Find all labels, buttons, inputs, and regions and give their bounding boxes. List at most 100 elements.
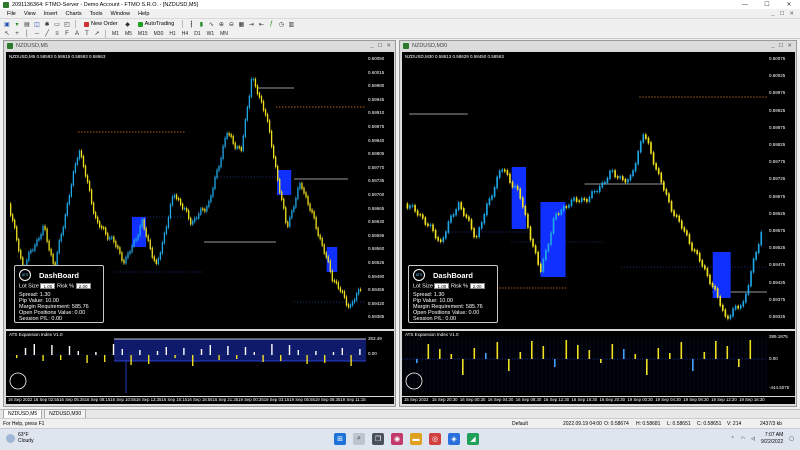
indicator-bar xyxy=(738,359,740,367)
menu-charts[interactable]: Charts xyxy=(61,11,85,17)
timeframe-d1-button[interactable]: D1 xyxy=(192,31,202,37)
timeframe-mn-button[interactable]: MN xyxy=(218,31,230,37)
templates-icon[interactable]: ▥ xyxy=(287,20,295,28)
lot-size-input[interactable]: 1.00 xyxy=(434,283,450,289)
timeframe-m1-button[interactable]: M1 xyxy=(110,31,121,37)
zoom-in-icon[interactable]: ⊕ xyxy=(217,20,225,28)
chart-close-button[interactable]: ✕ xyxy=(386,43,391,49)
indicator-pane-m5[interactable]: ATS Expansion Index V1.0 353.49 0.00 xyxy=(6,331,394,396)
candle-body xyxy=(145,228,147,237)
speaker-icon[interactable]: ◁ xyxy=(751,436,755,442)
menu-help[interactable]: Help xyxy=(134,11,153,17)
arrow-icon[interactable]: ➚ xyxy=(93,30,101,38)
chart-maximize-button[interactable]: ☐ xyxy=(778,43,783,49)
risk-input[interactable]: 2.00 xyxy=(469,283,485,289)
auto-scroll-icon[interactable]: ⇥ xyxy=(247,20,255,28)
line-chart-icon[interactable]: ∿ xyxy=(207,20,215,28)
candle-body xyxy=(230,134,232,138)
menu-tools[interactable]: Tools xyxy=(86,11,107,17)
trendline-icon[interactable]: ╱ xyxy=(43,30,51,38)
app-icon-1[interactable]: ◉ xyxy=(391,433,403,445)
menu-insert[interactable]: Insert xyxy=(40,11,62,17)
menu-window[interactable]: Window xyxy=(107,11,135,17)
timeframe-w1-button[interactable]: W1 xyxy=(205,31,217,37)
chart-close-button[interactable]: ✕ xyxy=(787,43,792,49)
tester-icon[interactable]: ◰ xyxy=(63,20,71,28)
text-label-icon[interactable]: T xyxy=(83,30,91,38)
new-order-icon xyxy=(84,21,89,27)
cursor-icon[interactable]: ↖ xyxy=(3,30,11,38)
mdi-minimize-button[interactable]: _ xyxy=(771,11,774,17)
clock[interactable]: 7:07 AM 9/22/2022 xyxy=(761,432,783,446)
wifi-icon[interactable]: ◠ xyxy=(741,436,745,442)
data-window-icon[interactable]: ◫ xyxy=(33,20,41,28)
price-scale[interactable]: 0.60050 0.60015 0.59980 0.59945 0.59910 0.598… xyxy=(366,52,394,329)
weather-widget[interactable]: 63°F Cloudy xyxy=(6,432,34,444)
fibonacci-icon[interactable]: F xyxy=(63,30,71,38)
tab-nzdusd-m30[interactable]: NZDUSD,M30 xyxy=(44,409,87,418)
text-icon[interactable]: A xyxy=(73,30,81,38)
minimize-button[interactable]: — xyxy=(734,0,756,9)
timeframe-h4-button[interactable]: H4 xyxy=(180,31,190,37)
notification-icon[interactable]: ▢ xyxy=(789,436,794,442)
tab-nzdusd-m5[interactable]: NZDUSD,M5 xyxy=(3,409,43,418)
timeframe-h1-button[interactable]: H1 xyxy=(167,31,177,37)
candle-body xyxy=(272,145,275,158)
chart-shift-icon[interactable]: ⇤ xyxy=(257,20,265,28)
tile-windows-icon[interactable]: ▦ xyxy=(237,20,245,28)
metatrader-icon[interactable]: ◢ xyxy=(467,433,479,445)
candle-body xyxy=(452,214,455,217)
horizontal-line-icon[interactable]: ─ xyxy=(33,30,41,38)
candle-body xyxy=(724,309,727,317)
lot-size-input[interactable]: 1.00 xyxy=(40,283,56,289)
maximize-button[interactable]: ☐ xyxy=(756,0,778,9)
channel-icon[interactable]: ≡ xyxy=(53,30,61,38)
market-watch-icon[interactable]: ▤ xyxy=(23,20,31,28)
risk-input[interactable]: 2.00 xyxy=(75,283,91,289)
timeframe-m30-button[interactable]: M30 xyxy=(152,31,166,37)
file-explorer-icon[interactable]: ▬ xyxy=(410,433,422,445)
app-icon-2[interactable]: ◈ xyxy=(448,433,460,445)
task-view-icon[interactable]: ❐ xyxy=(372,433,384,445)
close-button[interactable]: ✕ xyxy=(778,0,800,9)
chart-minimize-button[interactable]: _ xyxy=(370,43,373,49)
new-order-button[interactable]: New Order xyxy=(80,20,122,29)
start-icon[interactable]: ⊞ xyxy=(334,433,346,445)
price-scale[interactable]: 0.60075 0.60025 0.59975 0.59925 0.59875 0.598… xyxy=(767,52,795,329)
metaeditor-icon[interactable]: ◆ xyxy=(124,20,132,28)
profiles-icon[interactable]: ▾ xyxy=(13,20,21,28)
new-chart-icon[interactable]: ▣ xyxy=(3,20,11,28)
menu-file[interactable]: File xyxy=(3,11,20,17)
terminal-icon[interactable]: ▭ xyxy=(53,20,61,28)
vertical-line-icon[interactable]: │ xyxy=(23,30,31,38)
chart-window-m30[interactable]: NZDUSD,M30 _ ☐ ✕ NZDUSD,M30 0.58613 0.58… xyxy=(399,40,797,407)
price-scale-label: 0.59475 xyxy=(769,262,786,268)
candle-body xyxy=(101,225,103,229)
timeframe-m5-button[interactable]: M5 xyxy=(123,31,134,37)
indicator-bar xyxy=(634,354,637,359)
candle-body xyxy=(236,146,238,149)
chart-window-m5[interactable]: NZDUSD,M5 _ ☐ ✕ NZDUSD,M5 0.58593 0.5861… xyxy=(3,40,396,407)
tray-chevron-icon[interactable]: ⌃ xyxy=(731,436,735,442)
chart-maximize-button[interactable]: ☐ xyxy=(377,43,382,49)
bar-chart-icon[interactable]: ┇ xyxy=(187,20,195,28)
chart-minimize-button[interactable]: _ xyxy=(771,43,774,49)
search-icon[interactable]: ⌕ xyxy=(353,433,365,445)
candlestick-icon[interactable]: ▮ xyxy=(197,20,205,28)
profile-name[interactable]: Default xyxy=(512,421,528,427)
autotrading-button[interactable]: AutoTrading xyxy=(134,20,179,29)
mdi-restore-button[interactable]: ☐ xyxy=(779,11,784,17)
indicators-icon[interactable]: ƒ xyxy=(267,20,275,28)
candle-body xyxy=(301,183,303,189)
timeframe-m15-button[interactable]: M15 xyxy=(136,31,150,37)
browser-icon[interactable]: ◎ xyxy=(429,433,441,445)
indicator-pane-m30[interactable]: ATS Expansion Index V1.0 389.1875 0.00 -… xyxy=(402,331,795,396)
crosshair-icon[interactable]: + xyxy=(13,30,21,38)
candle-body xyxy=(68,195,71,205)
menu-view[interactable]: View xyxy=(20,11,40,17)
periods-icon[interactable]: ◷ xyxy=(277,20,285,28)
navigator-icon[interactable]: ✱ xyxy=(43,20,51,28)
candle-body xyxy=(319,234,321,240)
zoom-out-icon[interactable]: ⊖ xyxy=(227,20,235,28)
mdi-close-button[interactable]: ✕ xyxy=(789,11,794,17)
